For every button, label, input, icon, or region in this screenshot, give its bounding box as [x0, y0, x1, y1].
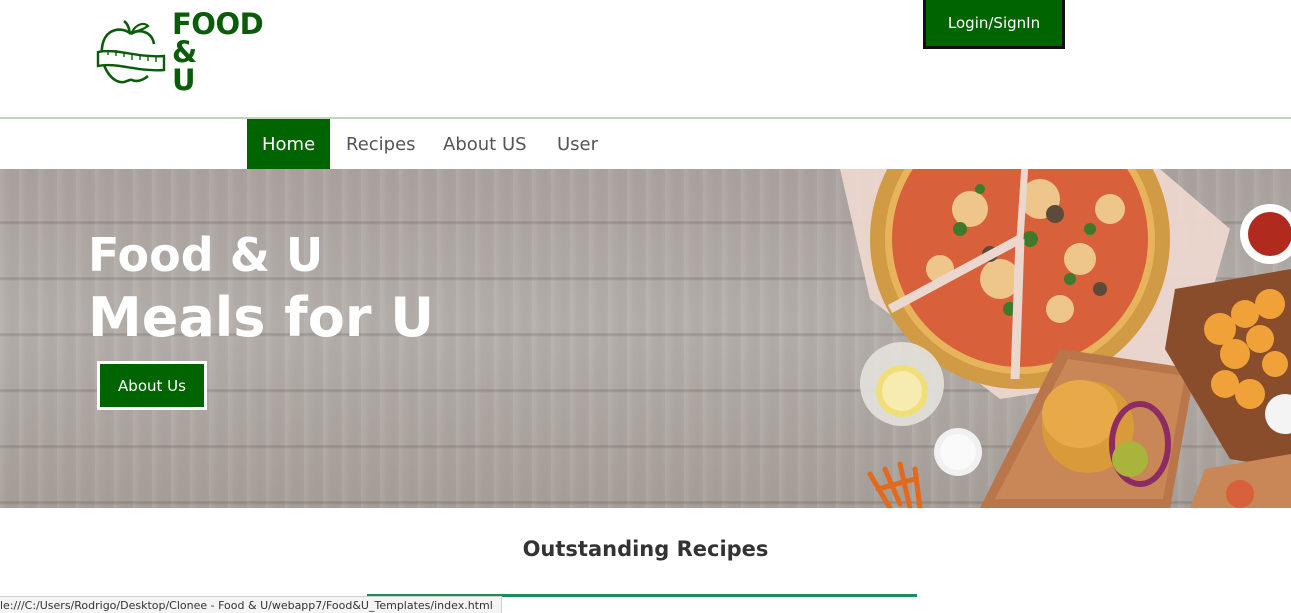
nav-item-about-us[interactable]: About US [443, 119, 527, 169]
food-platter-image [840, 169, 1291, 508]
section-title: Outstanding Recipes [522, 537, 769, 561]
logo-wordmark: FOOD & U [172, 7, 264, 97]
apple-measuring-tape-icon [96, 19, 166, 84]
nav-item-user[interactable]: User [557, 119, 598, 169]
logo-line-ampersand: & [172, 35, 197, 69]
site-header: FOOD & U Login/SignIn [0, 0, 1291, 118]
nav-item-home[interactable]: Home [247, 119, 331, 169]
hero-title: Food & U [88, 228, 324, 282]
about-us-button[interactable]: About Us [97, 361, 207, 410]
main-nav: Home Recipes About US User [0, 119, 1291, 169]
login-signin-button[interactable]: Login/SignIn [923, 0, 1065, 49]
site-logo[interactable]: FOOD & U [96, 10, 276, 100]
hero-subtitle: Meals for U [88, 286, 435, 349]
nav-item-recipes[interactable]: Recipes [346, 119, 416, 169]
hero-banner: Food & U Meals for U About Us [0, 169, 1291, 508]
browser-status-bar: le:///C:/Users/Rodrigo/Desktop/Clonee - … [0, 596, 502, 613]
logo-line-food: FOOD [172, 7, 264, 41]
logo-line-u: U [172, 63, 196, 97]
